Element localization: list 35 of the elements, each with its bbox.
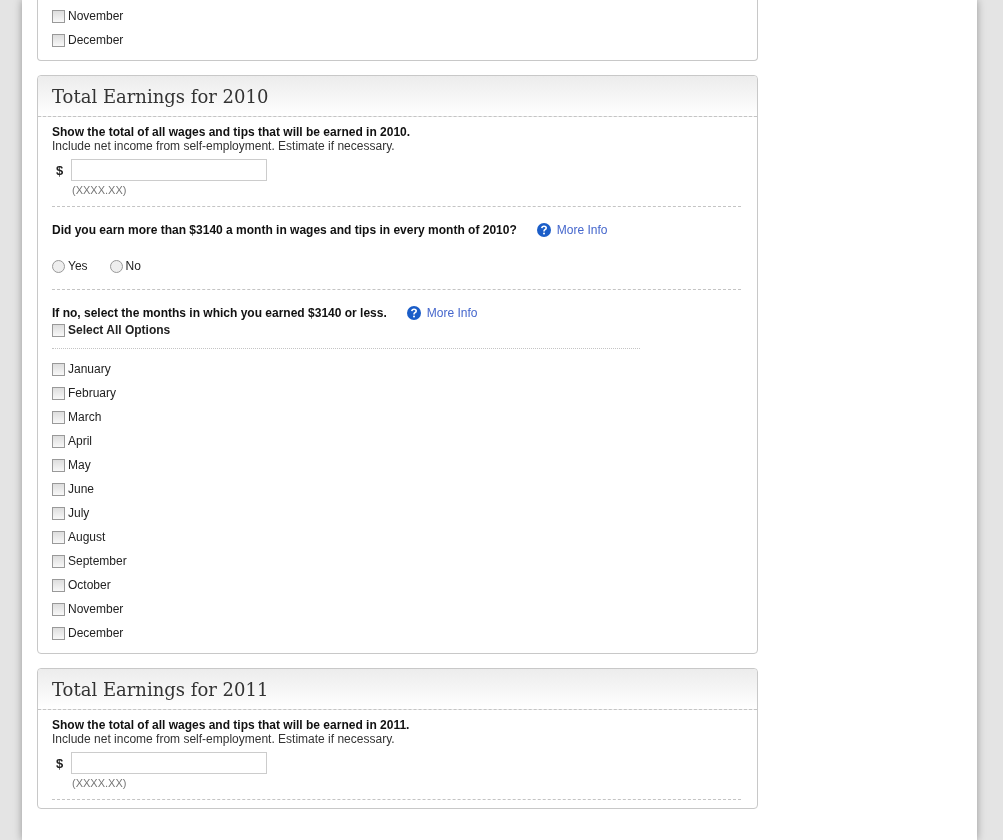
radio-option[interactable]: No [109, 259, 141, 273]
amount-field[interactable] [71, 159, 267, 181]
month-checkbox[interactable]: December [52, 28, 741, 52]
month-checkbox[interactable]: May [52, 453, 741, 477]
section-title: Total Earnings for 2011 [52, 678, 269, 700]
month-checkbox[interactable]: October [52, 573, 741, 597]
help-icon [536, 223, 551, 237]
currency-label: $ [56, 162, 65, 178]
more-info-link[interactable]: More Info [536, 223, 608, 237]
month-checkbox[interactable]: September [52, 549, 741, 573]
currency-label: $ [56, 755, 65, 771]
month-checkbox[interactable]: August [52, 525, 741, 549]
radio-option[interactable]: Yes [52, 259, 88, 273]
month-checkbox[interactable]: March [52, 405, 741, 429]
format-hint: (XXXX.XX) [72, 777, 128, 789]
section-title: Total Earnings for 2010 [52, 85, 269, 107]
month-checkbox[interactable]: July [52, 501, 741, 525]
month-checkbox[interactable]: February [52, 381, 741, 405]
help-icon [406, 306, 421, 320]
question-text: Show the total of all wages and tips that will be earned in 2011. [52, 718, 411, 732]
amount-field[interactable] [71, 752, 267, 774]
more-info-link[interactable]: More Info [406, 306, 478, 320]
month-checkbox[interactable]: November [52, 4, 741, 28]
format-hint: (XXXX.XX) [72, 184, 128, 196]
month-checkbox[interactable]: December [52, 621, 741, 645]
select-all-checkbox[interactable]: Select All Options [52, 320, 741, 340]
month-checkbox[interactable]: November [52, 597, 741, 621]
month-checkbox[interactable]: June [52, 477, 741, 501]
question-text: Did you earn more than $3140 a month in wages and tips in every month of 2010? [52, 223, 517, 237]
hint-text: Include net income from self-employment. Estimate if necessary. [52, 139, 396, 153]
month-checkbox[interactable]: January [52, 357, 741, 381]
question-text: If no, select the months in which you earned $3140 or less. [52, 306, 387, 320]
question-text: Show the total of all wages and tips that will be earned in 2010. [52, 125, 412, 139]
hint-text: Include net income from self-employment. Estimate if necessary. [52, 732, 396, 746]
month-checkbox[interactable]: April [52, 429, 741, 453]
